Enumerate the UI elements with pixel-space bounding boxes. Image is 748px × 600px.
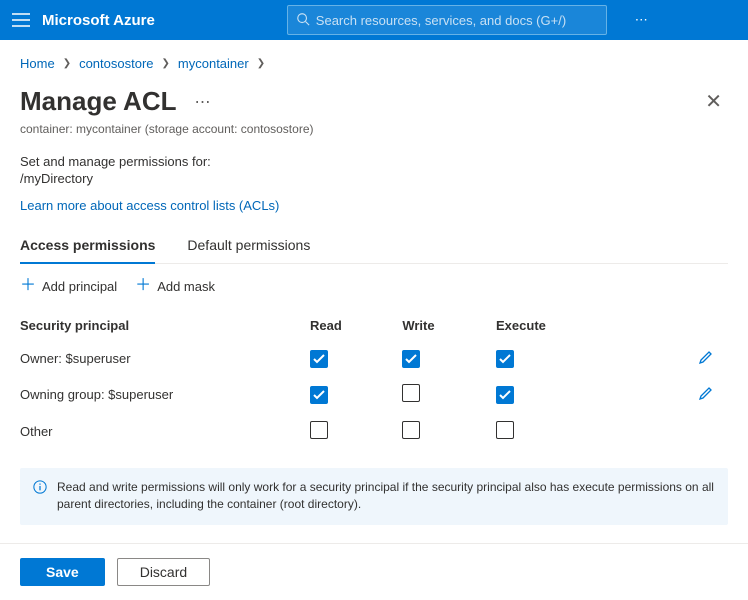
breadcrumb-item[interactable]: contosostore bbox=[79, 56, 153, 71]
add-mask-label: Add mask bbox=[157, 279, 215, 294]
top-bar: Microsoft Azure ⋯ bbox=[0, 0, 748, 40]
search-input[interactable] bbox=[316, 13, 598, 28]
save-button[interactable]: Save bbox=[20, 558, 105, 586]
col-principal: Security principal bbox=[20, 310, 310, 341]
write-checkbox[interactable] bbox=[402, 384, 420, 402]
principal-cell: Owner: $superuser bbox=[20, 341, 310, 376]
chevron-right-icon: ❯ bbox=[162, 58, 170, 69]
breadcrumb-item[interactable]: Home bbox=[20, 56, 55, 71]
chevron-right-icon: ❯ bbox=[63, 58, 71, 69]
table-row: Other bbox=[20, 413, 728, 450]
chevron-right-icon: ❯ bbox=[257, 58, 265, 69]
execute-checkbox[interactable] bbox=[496, 421, 514, 439]
read-checkbox[interactable] bbox=[310, 350, 328, 368]
info-box: Read and write permissions will only wor… bbox=[20, 468, 728, 525]
read-checkbox[interactable] bbox=[310, 421, 328, 439]
acl-table: Security principal Read Write Execute Ow… bbox=[20, 310, 728, 450]
topbar-more-icon[interactable]: ⋯ bbox=[635, 12, 650, 28]
read-checkbox[interactable] bbox=[310, 386, 328, 404]
plus-icon: ＋ bbox=[20, 278, 36, 294]
intro-text: Set and manage permissions for: bbox=[20, 154, 728, 169]
discard-button[interactable]: Discard bbox=[117, 558, 210, 586]
col-write: Write bbox=[402, 310, 496, 341]
title-more-icon[interactable]: ⋯ bbox=[195, 92, 213, 112]
plus-icon: ＋ bbox=[135, 278, 151, 294]
table-row: Owner: $superuser bbox=[20, 341, 728, 376]
add-mask-button[interactable]: ＋ Add mask bbox=[135, 278, 215, 294]
intro-path: /myDirectory bbox=[20, 171, 728, 186]
col-read: Read bbox=[310, 310, 402, 341]
tab-default-permissions[interactable]: Default permissions bbox=[187, 231, 310, 263]
learn-more-link[interactable]: Learn more about access control lists (A… bbox=[20, 198, 279, 213]
write-checkbox[interactable] bbox=[402, 421, 420, 439]
write-checkbox[interactable] bbox=[402, 350, 420, 368]
page-title: Manage ACL bbox=[20, 86, 177, 117]
table-row: Owning group: $superuser bbox=[20, 376, 728, 413]
brand-label: Microsoft Azure bbox=[42, 12, 155, 29]
page-subtitle: container: mycontainer (storage account:… bbox=[20, 122, 728, 136]
add-principal-label: Add principal bbox=[42, 279, 117, 294]
execute-checkbox[interactable] bbox=[496, 386, 514, 404]
principal-cell: Owning group: $superuser bbox=[20, 376, 310, 413]
search-icon bbox=[296, 12, 310, 29]
edit-icon[interactable] bbox=[698, 353, 714, 368]
edit-icon[interactable] bbox=[698, 389, 714, 404]
add-principal-button[interactable]: ＋ Add principal bbox=[20, 278, 117, 294]
tabs: Access permissions Default permissions bbox=[20, 231, 728, 264]
breadcrumb: Home ❯ contosostore ❯ mycontainer ❯ bbox=[20, 52, 728, 83]
execute-checkbox[interactable] bbox=[496, 350, 514, 368]
col-execute: Execute bbox=[496, 310, 641, 341]
hamburger-icon[interactable] bbox=[12, 13, 30, 27]
info-icon bbox=[33, 480, 47, 514]
info-text: Read and write permissions will only wor… bbox=[57, 479, 715, 514]
principal-cell: Other bbox=[20, 413, 310, 450]
global-search[interactable] bbox=[287, 5, 607, 35]
close-icon[interactable]: ✕ bbox=[699, 83, 728, 120]
tab-access-permissions[interactable]: Access permissions bbox=[20, 231, 155, 263]
breadcrumb-item[interactable]: mycontainer bbox=[178, 56, 249, 71]
